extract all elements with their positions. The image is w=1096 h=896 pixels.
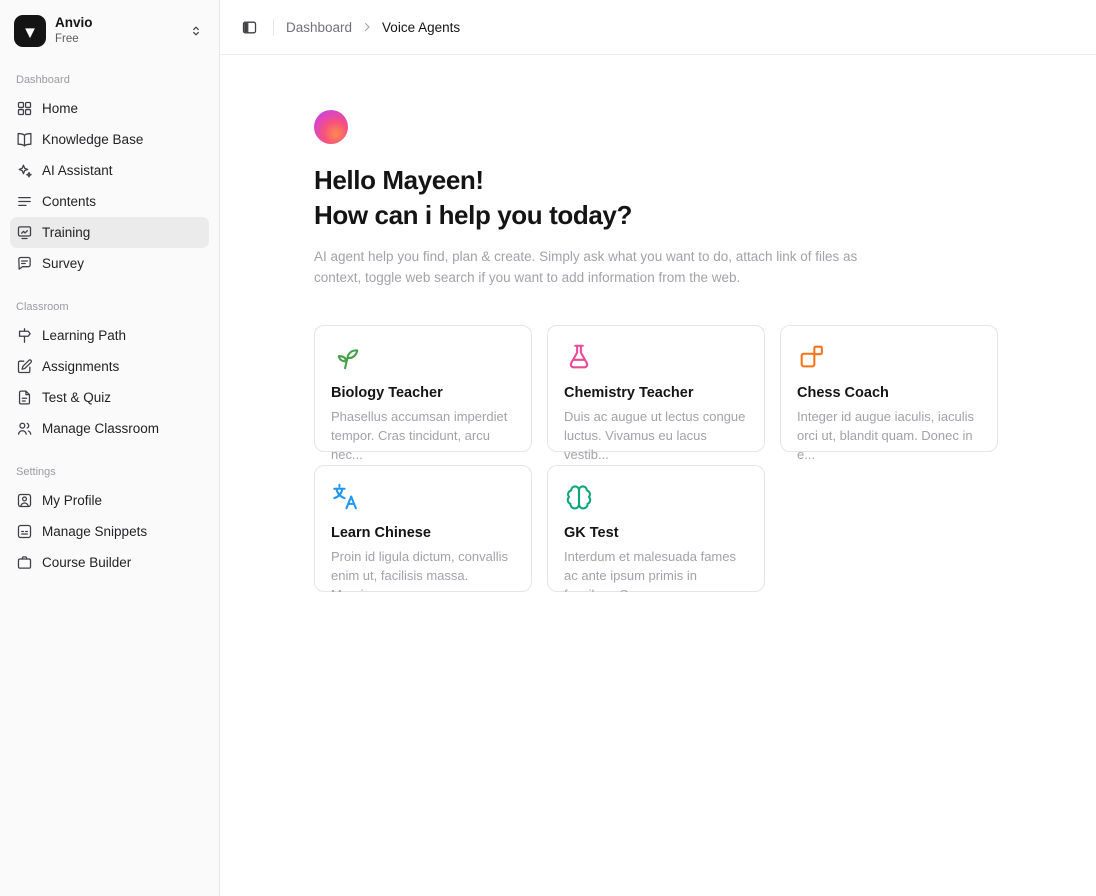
file-lines-icon (16, 389, 33, 406)
agent-card-description: Interdum et malesuada fames ac ante ipsu… (564, 548, 748, 592)
agent-card-learn-chinese[interactable]: Learn Chinese Proin id ligula dictum, co… (314, 465, 532, 592)
ai-gradient-orb-icon (314, 110, 348, 144)
sidebar-item-my-profile[interactable]: My Profile (10, 485, 209, 516)
breadcrumb: Dashboard Voice Agents (286, 20, 460, 35)
workspace-name: Anvio (55, 15, 93, 32)
section-label-settings: Settings (10, 466, 209, 478)
sidebar-item-ai-assistant[interactable]: AI Assistant (10, 155, 209, 186)
agent-card-chess-coach[interactable]: Chess Coach Integer id augue iaculis, ia… (780, 325, 998, 452)
sidebar-item-manage-snippets[interactable]: Manage Snippets (10, 516, 209, 547)
presentation-icon (16, 224, 33, 241)
sidebar-item-manage-classroom[interactable]: Manage Classroom (10, 413, 209, 444)
sidebar-item-label: My Profile (42, 493, 102, 508)
agent-card-description: Duis ac augue ut lectus congue luctus. V… (564, 408, 748, 465)
brain-icon (564, 482, 748, 514)
agent-card-title: GK Test (564, 525, 748, 541)
sidebar-item-label: Contents (42, 194, 96, 209)
open-book-icon (16, 131, 33, 148)
sidebar-item-label: Learning Path (42, 328, 126, 343)
list-lines-icon (16, 193, 33, 210)
sidebar-item-label: Test & Quiz (42, 390, 111, 405)
page-title: Hello Mayeen! How can i help you today? (314, 163, 1096, 234)
sidebar-item-label: Training (42, 225, 90, 240)
sidebar-item-course-builder[interactable]: Course Builder (10, 547, 209, 578)
greeting-line-1: Hello Mayeen! (314, 163, 1096, 198)
agent-card-title: Chemistry Teacher (564, 385, 748, 401)
section-label-dashboard: Dashboard (10, 74, 209, 86)
sidebar-item-label: Home (42, 101, 78, 116)
topbar: Dashboard Voice Agents (220, 0, 1096, 55)
sidebar-item-knowledge-base[interactable]: Knowledge Base (10, 124, 209, 155)
breadcrumb-voice-agents: Voice Agents (382, 20, 460, 35)
topbar-divider (273, 19, 274, 36)
sidebar-item-home[interactable]: Home (10, 93, 209, 124)
sidebar-item-label: Assignments (42, 359, 119, 374)
sidebar-item-test-quiz[interactable]: Test & Quiz (10, 382, 209, 413)
chat-bubble-icon (16, 255, 33, 272)
sidebar-toggle-icon[interactable] (238, 16, 261, 39)
sidebar-item-label: Manage Snippets (42, 524, 147, 539)
flask-icon (564, 342, 748, 374)
snippet-square-icon (16, 523, 33, 540)
sidebar-item-label: Manage Classroom (42, 421, 159, 436)
sidebar-item-learning-path[interactable]: Learning Path (10, 320, 209, 351)
translate-icon (331, 482, 515, 514)
agent-card-chemistry-teacher[interactable]: Chemistry Teacher Duis ac augue ut lectu… (547, 325, 765, 452)
greeting-line-2: How can i help you today? (314, 198, 1096, 233)
edit-square-icon (16, 358, 33, 375)
agent-card-title: Learn Chinese (331, 525, 515, 541)
sidebar-item-label: Survey (42, 256, 84, 271)
sidebar-item-label: Course Builder (42, 555, 131, 570)
sidebar: Anvio Free Dashboard Home Knowledge Base (0, 0, 220, 896)
agent-card-grid: Biology Teacher Phasellus accumsan imper… (314, 325, 1096, 592)
agent-card-biology-teacher[interactable]: Biology Teacher Phasellus accumsan imper… (314, 325, 532, 452)
sidebar-item-label: Knowledge Base (42, 132, 143, 147)
sidebar-item-assignments[interactable]: Assignments (10, 351, 209, 382)
profile-card-icon (16, 492, 33, 509)
agent-card-description: Integer id augue iaculis, iaculis orci u… (797, 408, 981, 465)
sidebar-item-survey[interactable]: Survey (10, 248, 209, 279)
breadcrumb-dashboard[interactable]: Dashboard (286, 20, 352, 35)
workspace-switcher[interactable]: Anvio Free (10, 10, 209, 52)
sidebar-item-label: AI Assistant (42, 163, 113, 178)
chessboard-icon (797, 342, 981, 374)
users-icon (16, 420, 33, 437)
agent-card-title: Chess Coach (797, 385, 981, 401)
agent-card-description: Proin id ligula dictum, convallis enim u… (331, 548, 515, 592)
chevron-right-icon (361, 21, 373, 33)
agent-card-title: Biology Teacher (331, 385, 515, 401)
page-content: Hello Mayeen! How can i help you today? … (220, 55, 1096, 592)
section-label-classroom: Classroom (10, 301, 209, 313)
chevron-updown-icon[interactable] (187, 22, 205, 40)
sparkles-icon (16, 162, 33, 179)
seedling-icon (331, 342, 515, 374)
briefcase-icon (16, 554, 33, 571)
agent-card-description: Phasellus accumsan imperdiet tempor. Cra… (331, 408, 515, 465)
sidebar-item-contents[interactable]: Contents (10, 186, 209, 217)
workspace-plan-badge: Free (55, 32, 93, 46)
main-area: Dashboard Voice Agents Hello Mayeen! How… (220, 0, 1096, 896)
signpost-icon (16, 327, 33, 344)
workspace-info: Anvio Free (55, 15, 93, 46)
sidebar-item-training[interactable]: Training (10, 217, 209, 248)
anvio-logo-icon (14, 15, 46, 47)
grid-icon (16, 100, 33, 117)
page-description: AI agent help you find, plan & create. S… (314, 246, 859, 289)
app-window: Anvio Free Dashboard Home Knowledge Base (0, 0, 1096, 896)
agent-card-gk-test[interactable]: GK Test Interdum et malesuada fames ac a… (547, 465, 765, 592)
